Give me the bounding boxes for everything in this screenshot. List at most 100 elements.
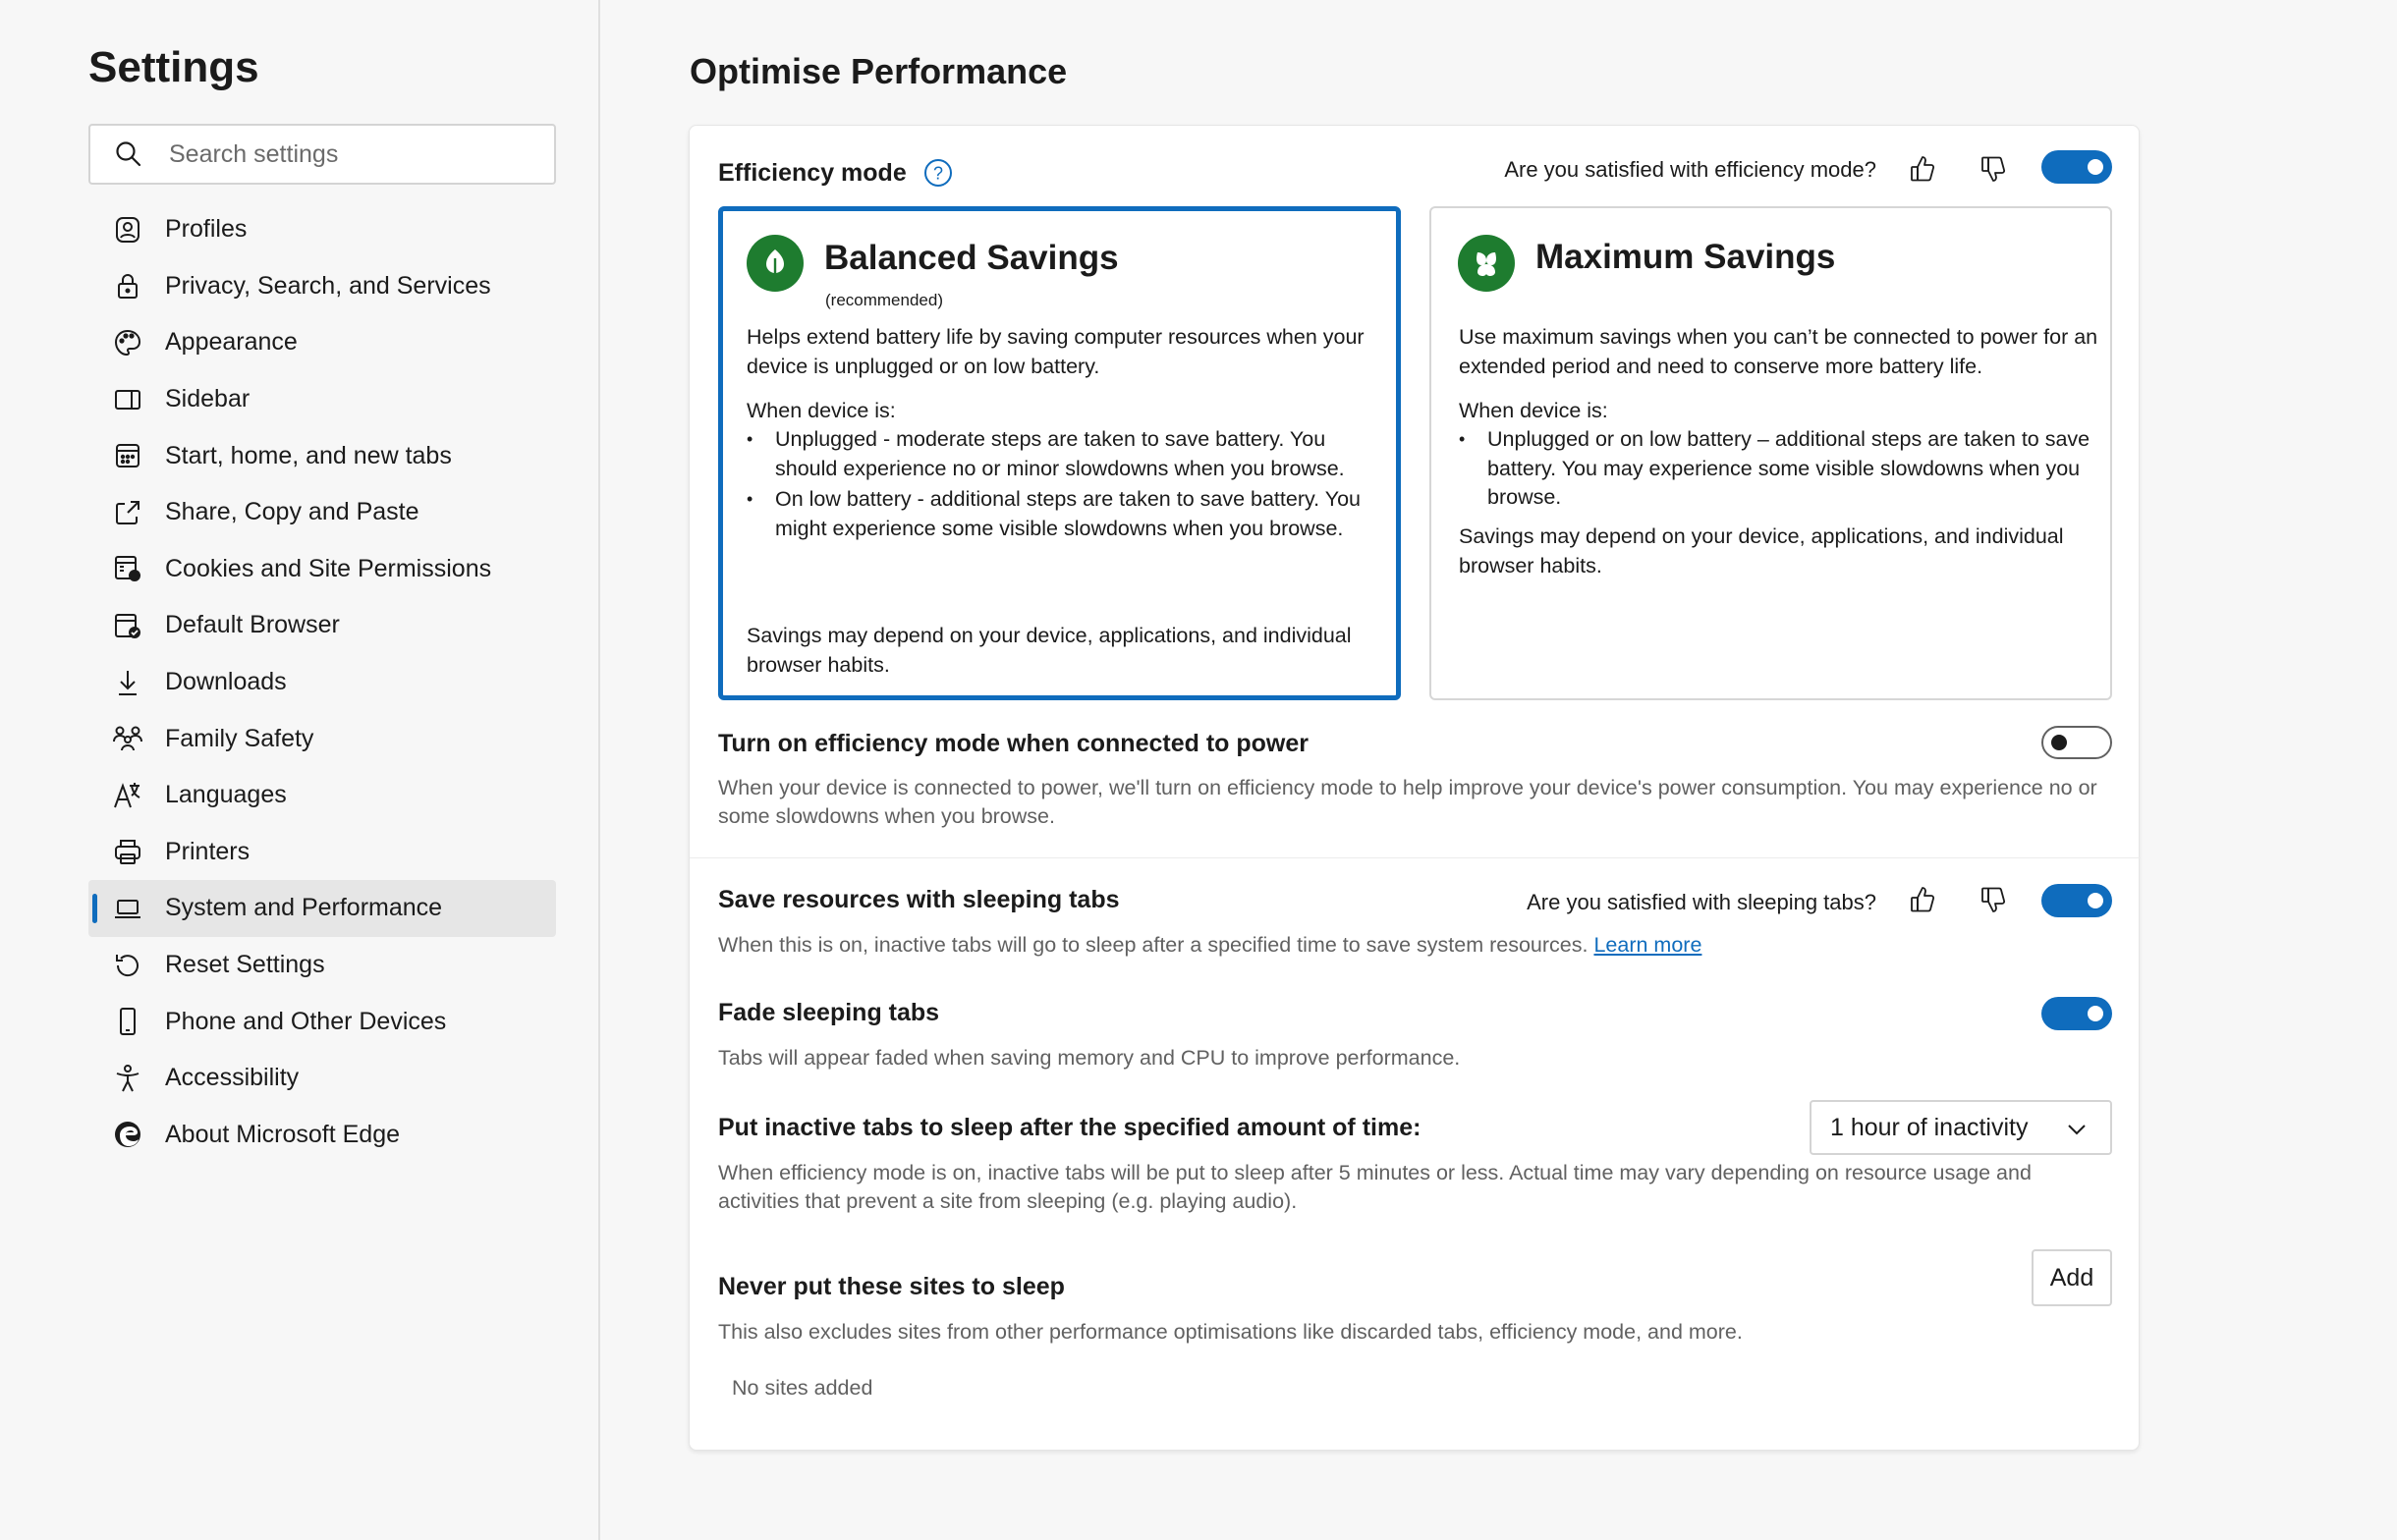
efficiency-feedback-question: Are you satisfied with efficiency mode? — [1504, 157, 1876, 182]
sidebar-item-privacy[interactable]: Privacy, Search, and Services — [88, 258, 556, 315]
sidebar-item-share[interactable]: Share, Copy and Paste — [88, 484, 556, 541]
list-item: On low battery - additional steps are ta… — [747, 485, 1385, 543]
sidebar-item-profiles[interactable]: Profiles — [88, 201, 556, 258]
thumbs-up-icon[interactable] — [1906, 882, 1941, 917]
sidebar-item-label: Start, home, and new tabs — [165, 441, 452, 469]
recommended-label: (recommended) — [825, 291, 943, 309]
thumbs-up-icon[interactable] — [1906, 151, 1941, 187]
fade-sleeping-tabs-description: Tabs will appear faded when saving memor… — [718, 1046, 1461, 1070]
sidebar-item-label: Cookies and Site Permissions — [165, 554, 492, 582]
sidebar-item-label: System and Performance — [165, 894, 443, 922]
maximum-footer: Savings may depend on your device, appli… — [1459, 524, 2064, 578]
maximum-when-label: When device is: — [1459, 399, 1608, 422]
languages-icon — [110, 778, 145, 813]
list-item: Unplugged - moderate steps are taken to … — [747, 425, 1385, 483]
profile-icon — [110, 212, 145, 248]
sidebar-item-label: Family Safety — [165, 724, 314, 752]
printer-icon — [110, 834, 145, 869]
share-icon — [110, 495, 145, 530]
section-divider — [690, 857, 2141, 858]
maximum-bullets: Unplugged or on low battery – additional… — [1459, 425, 2102, 513]
sidebar-item-printers[interactable]: Printers — [88, 824, 556, 881]
balanced-intro: Helps extend battery life by saving comp… — [747, 325, 1365, 378]
sleeping-tabs-description: When this is on, inactive tabs will go t… — [718, 931, 2103, 960]
leaf-icon — [747, 235, 804, 292]
balanced-when-label: When device is: — [747, 399, 896, 422]
chevron-down-icon — [2065, 1118, 2089, 1148]
sidebar-title: Settings — [88, 43, 259, 91]
balanced-savings-title: Balanced Savings — [824, 239, 1119, 277]
sidebar-item-label: Accessibility — [165, 1064, 300, 1092]
fade-sleeping-tabs-toggle[interactable] — [2041, 997, 2112, 1030]
balanced-savings-option[interactable]: Balanced Savings (recommended) Helps ext… — [718, 206, 1401, 700]
thumbs-down-icon[interactable] — [1977, 151, 2012, 187]
svg-text:?: ? — [933, 164, 943, 184]
sidebar-icon — [110, 382, 145, 417]
balanced-bullets: Unplugged - moderate steps are taken to … — [747, 425, 1385, 543]
page-title: Optimise Performance — [690, 51, 1068, 91]
inactivity-dropdown-value: 1 hour of inactivity — [1830, 1113, 2029, 1141]
maximum-intro: Use maximum savings when you can’t be co… — [1459, 325, 2098, 378]
sidebar-item-label: Downloads — [165, 668, 287, 696]
sidebar-item-system-performance[interactable]: System and Performance — [88, 880, 556, 937]
sidebar-item-accessibility[interactable]: Accessibility — [88, 1050, 556, 1107]
add-site-button[interactable]: Add — [2032, 1249, 2112, 1306]
accessibility-icon — [110, 1061, 145, 1096]
laptop-icon — [110, 891, 145, 926]
sidebar-item-downloads[interactable]: Downloads — [88, 654, 556, 711]
sidebar-item-phone[interactable]: Phone and Other Devices — [88, 993, 556, 1050]
sidebar-item-label: Profiles — [165, 215, 248, 244]
sidebar-item-label: Phone and Other Devices — [165, 1007, 447, 1035]
home-grid-icon — [110, 438, 145, 473]
sidebar-item-label: Printers — [165, 837, 251, 865]
inactive-tabs-description: When efficiency mode is on, inactive tab… — [718, 1161, 2032, 1213]
never-sleep-label: Never put these sites to sleep — [718, 1273, 1065, 1300]
palette-icon — [110, 325, 145, 360]
power-efficiency-description: When your device is connected to power, … — [718, 776, 2097, 828]
help-icon[interactable]: ? — [922, 157, 954, 189]
list-item: Unplugged or on low battery – additional… — [1459, 425, 2102, 513]
sidebar-item-start-home[interactable]: Start, home, and new tabs — [88, 427, 556, 484]
sidebar-item-label: Reset Settings — [165, 951, 325, 979]
never-sleep-description: This also excludes sites from other perf… — [718, 1320, 1743, 1344]
sidebar-item-cookies[interactable]: Cookies and Site Permissions — [88, 541, 556, 598]
sidebar-item-family[interactable]: Family Safety — [88, 710, 556, 767]
download-icon — [110, 665, 145, 700]
sleeping-tabs-feedback-question: Are you satisfied with sleeping tabs? — [1527, 890, 1876, 914]
balanced-footer: Savings may depend on your device, appli… — [747, 624, 1352, 677]
sleeping-tabs-description-text: When this is on, inactive tabs will go t… — [718, 933, 1589, 957]
sidebar-item-label: Default Browser — [165, 611, 340, 639]
sidebar-item-appearance[interactable]: Appearance — [88, 314, 556, 371]
learn-more-link[interactable]: Learn more — [1593, 933, 1701, 957]
sleeping-tabs-toggle[interactable] — [2041, 884, 2112, 917]
inactive-tabs-label: Put inactive tabs to sleep after the spe… — [718, 1114, 1421, 1141]
search-box[interactable] — [88, 124, 556, 185]
efficiency-mode-label: Efficiency mode — [718, 159, 907, 187]
settings-nav: Profiles Privacy, Search, and Services A… — [88, 201, 556, 1163]
search-icon — [114, 138, 145, 170]
thumbs-down-icon[interactable] — [1977, 882, 2012, 917]
power-efficiency-toggle[interactable] — [2041, 726, 2112, 759]
sidebar-item-label: Share, Copy and Paste — [165, 498, 419, 526]
efficiency-mode-toggle[interactable] — [2041, 150, 2112, 184]
reset-icon — [110, 948, 145, 983]
sidebar-item-reset[interactable]: Reset Settings — [88, 937, 556, 994]
performance-card: Efficiency mode ? Are you satisfied with… — [689, 125, 2141, 1451]
lock-icon — [110, 268, 145, 303]
phone-icon — [110, 1004, 145, 1039]
sidebar-item-about[interactable]: About Microsoft Edge — [88, 1107, 556, 1164]
power-efficiency-label: Turn on efficiency mode when connected t… — [718, 730, 1309, 757]
maximum-savings-option[interactable]: Maximum Savings Use maximum savings when… — [1429, 206, 2112, 700]
leaves-icon — [1458, 235, 1515, 292]
sidebar-item-label: Languages — [165, 781, 287, 809]
fade-sleeping-tabs-label: Fade sleeping tabs — [718, 999, 940, 1026]
inactivity-dropdown[interactable]: 1 hour of inactivity — [1810, 1100, 2112, 1155]
sidebar-item-sidebar[interactable]: Sidebar — [88, 371, 556, 428]
edge-logo-icon — [110, 1117, 145, 1152]
sleeping-tabs-label: Save resources with sleeping tabs — [718, 886, 1120, 913]
settings-sidebar: Settings Profiles Privacy, Search, and S… — [0, 0, 600, 1540]
sidebar-item-default-browser[interactable]: Default Browser — [88, 597, 556, 654]
search-input[interactable] — [169, 139, 542, 169]
maximum-savings-title: Maximum Savings — [1535, 238, 1836, 276]
sidebar-item-languages[interactable]: Languages — [88, 767, 556, 824]
